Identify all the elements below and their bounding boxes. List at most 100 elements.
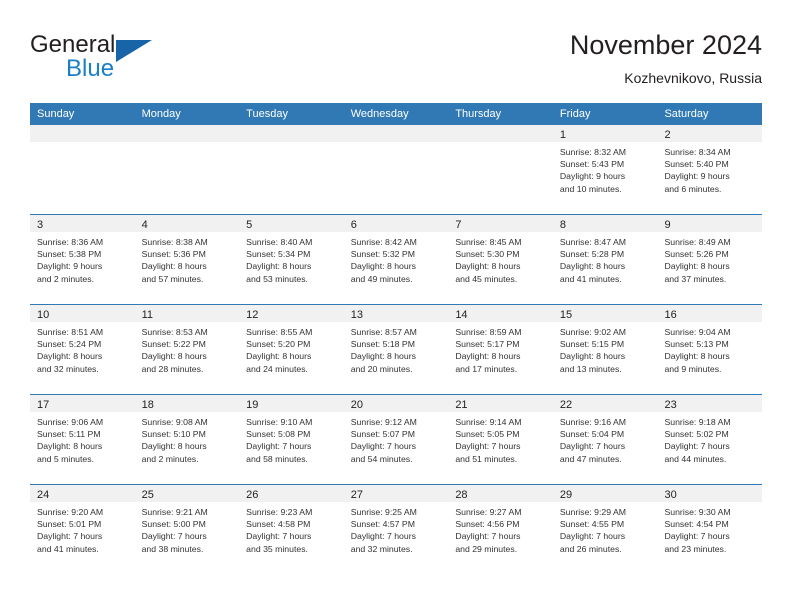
sunrise-text: Sunrise: 9:04 AM: [664, 327, 731, 337]
sunset-text: Sunset: 5:26 PM: [664, 249, 729, 260]
calendar-day-cell-empty: [448, 125, 553, 214]
daylight-text-line1: Daylight: 8 hours: [246, 351, 312, 362]
daylight-text-line1: Daylight: 7 hours: [559, 531, 626, 542]
sunset-text: Sunset: 5:43 PM: [559, 159, 625, 170]
sunrise-text: Sunrise: 9:21 AM: [141, 507, 208, 517]
day-number: 1: [559, 129, 567, 141]
daylight-text-line1: Daylight: 9 hours: [664, 171, 730, 182]
daylight-text-line2: and 13 minutes.: [559, 363, 622, 374]
day-sun-info: Sunrise: 9:27 AM Sunset: 4:56 PM Daylight:…: [448, 502, 553, 555]
daylight-text-line1: Daylight: 7 hours: [37, 531, 103, 542]
calendar-day-cell[interactable]: 1 Sunrise: 8:32 AM Sunset: 5:43 PM Daylight…: [552, 125, 658, 214]
calendar-day-cell[interactable]: 5 Sunrise: 8:40 AM Sunset: 5:34 PM Daylight…: [239, 215, 344, 304]
calendar-week-row: 24 Sunrise: 9:20 AM Sunset: 5:01 PM Dayligh…: [30, 484, 763, 574]
day-number-band: 1: [552, 125, 658, 142]
calendar-day-cell[interactable]: 12 Sunrise: 8:55 AM Sunset: 5:20 PM Dayligh…: [239, 305, 344, 394]
day-number-band: 20: [343, 395, 449, 412]
daylight-text-line1: Daylight: 8 hours: [559, 351, 626, 362]
daylight-text-line2: and 23 minutes.: [664, 543, 727, 554]
daylight-text-line1: Daylight: 7 hours: [664, 441, 730, 452]
general-blue-logo[interactable]: General Blue: [30, 32, 220, 90]
daylight-text-line2: and 54 minutes.: [350, 453, 413, 464]
sunrise-text: Sunrise: 9:14 AM: [455, 417, 522, 427]
calendar-day-cell[interactable]: 28 Sunrise: 9:27 AM Sunset: 4:56 PM Dayligh…: [448, 485, 553, 574]
calendar-day-cell[interactable]: 30 Sunrise: 9:30 AM Sunset: 4:54 PM Dayligh…: [657, 485, 763, 574]
calendar-day-cell[interactable]: 18 Sunrise: 9:08 AM Sunset: 5:10 PM Dayligh…: [134, 395, 240, 484]
day-sun-info: Sunrise: 9:02 AM Sunset: 5:15 PM Daylight:…: [553, 322, 658, 375]
calendar-day-cell[interactable]: 26 Sunrise: 9:23 AM Sunset: 4:58 PM Dayligh…: [239, 485, 344, 574]
day-number-band: 7: [448, 215, 553, 232]
calendar-day-cell[interactable]: 25 Sunrise: 9:21 AM Sunset: 5:00 PM Dayligh…: [134, 485, 240, 574]
calendar-day-cell[interactable]: 3 Sunrise: 8:36 AM Sunset: 5:38 PM Daylight…: [30, 215, 135, 304]
calendar-day-cell[interactable]: 11 Sunrise: 8:53 AM Sunset: 5:22 PM Dayligh…: [134, 305, 240, 394]
day-number: 21: [455, 399, 468, 411]
daylight-text-line2: and 28 minutes.: [141, 363, 204, 374]
day-number: 24: [37, 489, 50, 501]
day-number: 20: [350, 399, 363, 411]
day-sun-info: Sunrise: 9:06 AM Sunset: 5:11 PM Daylight:…: [30, 412, 135, 465]
calendar-day-cell[interactable]: 17 Sunrise: 9:06 AM Sunset: 5:11 PM Dayligh…: [30, 395, 135, 484]
calendar-day-cell[interactable]: 9 Sunrise: 8:49 AM Sunset: 5:26 PM Daylight…: [657, 215, 763, 304]
day-number-band: 29: [552, 485, 658, 502]
calendar-day-cell[interactable]: 19 Sunrise: 9:10 AM Sunset: 5:08 PM Dayligh…: [239, 395, 344, 484]
sunrise-text: Sunrise: 8:42 AM: [350, 237, 417, 247]
sunrise-text: Sunrise: 9:16 AM: [559, 417, 627, 427]
day-number: 22: [559, 399, 573, 411]
calendar-day-cell[interactable]: 13 Sunrise: 8:57 AM Sunset: 5:18 PM Dayligh…: [343, 305, 449, 394]
day-sun-info: Sunrise: 8:53 AM Sunset: 5:22 PM Daylight:…: [135, 322, 240, 375]
calendar-day-cell[interactable]: 22 Sunrise: 9:16 AM Sunset: 5:04 PM Dayligh…: [552, 395, 658, 484]
calendar-day-cell[interactable]: 6 Sunrise: 8:42 AM Sunset: 5:32 PM Daylight…: [343, 215, 449, 304]
daylight-text-line2: and 9 minutes.: [664, 363, 722, 374]
calendar-day-cell[interactable]: 29 Sunrise: 9:29 AM Sunset: 4:55 PM Dayligh…: [552, 485, 658, 574]
calendar-day-cell[interactable]: 15 Sunrise: 9:02 AM Sunset: 5:15 PM Dayligh…: [552, 305, 658, 394]
day-number: 19: [246, 399, 259, 411]
weekday-header-friday: Friday: [559, 108, 591, 120]
daylight-text-line2: and 38 minutes.: [141, 543, 204, 554]
sunset-text: Sunset: 5:01 PM: [37, 519, 102, 530]
day-sun-info: Sunrise: 8:51 AM Sunset: 5:24 PM Daylight:…: [30, 322, 135, 375]
calendar-day-cell[interactable]: 27 Sunrise: 9:25 AM Sunset: 4:57 PM Dayligh…: [343, 485, 449, 574]
sunset-text: Sunset: 5:02 PM: [664, 429, 729, 440]
daylight-text-line2: and 6 minutes.: [664, 183, 722, 194]
day-number: 29: [559, 489, 573, 501]
calendar-day-cell[interactable]: 24 Sunrise: 9:20 AM Sunset: 5:01 PM Dayligh…: [30, 485, 135, 574]
calendar-day-cell[interactable]: 20 Sunrise: 9:12 AM Sunset: 5:07 PM Dayligh…: [343, 395, 449, 484]
logo-text-blue: Blue: [66, 55, 115, 82]
daylight-text-line1: Daylight: 7 hours: [141, 531, 207, 542]
day-number-band: 10: [30, 305, 135, 322]
daylight-text-line2: and 24 minutes.: [246, 363, 308, 374]
calendar-day-cell[interactable]: 14 Sunrise: 8:59 AM Sunset: 5:17 PM Dayligh…: [448, 305, 553, 394]
calendar-day-cell[interactable]: 2 Sunrise: 8:34 AM Sunset: 5:40 PM Daylight…: [657, 125, 763, 214]
day-number: 8: [559, 219, 567, 231]
calendar-week-row: 17 Sunrise: 9:06 AM Sunset: 5:11 PM Dayligh…: [30, 394, 763, 484]
calendar-day-cell[interactable]: 16 Sunrise: 9:04 AM Sunset: 5:13 PM Dayligh…: [657, 305, 763, 394]
day-number-band: [343, 125, 449, 142]
calendar-day-cell[interactable]: 8 Sunrise: 8:47 AM Sunset: 5:28 PM Daylight…: [552, 215, 658, 304]
daylight-text-line1: Daylight: 7 hours: [246, 531, 312, 542]
day-number-band: [30, 125, 135, 142]
calendar-day-cell[interactable]: 23 Sunrise: 9:18 AM Sunset: 5:02 PM Dayligh…: [657, 395, 763, 484]
calendar-day-cell[interactable]: 4 Sunrise: 8:38 AM Sunset: 5:36 PM Daylight…: [134, 215, 240, 304]
day-number: 18: [141, 399, 154, 411]
calendar-day-cell[interactable]: 7 Sunrise: 8:45 AM Sunset: 5:30 PM Daylight…: [448, 215, 553, 304]
sunrise-text: Sunrise: 9:27 AM: [455, 507, 522, 517]
daylight-text-line1: Daylight: 7 hours: [664, 531, 730, 542]
daylight-text-line2: and 41 minutes.: [37, 543, 99, 554]
day-number-band: 2: [657, 125, 763, 142]
calendar-day-cell[interactable]: 10 Sunrise: 8:51 AM Sunset: 5:24 PM Dayligh…: [30, 305, 135, 394]
sunrise-text: Sunrise: 9:10 AM: [246, 417, 313, 427]
sunset-text: Sunset: 5:00 PM: [141, 519, 206, 530]
day-number: 10: [37, 309, 50, 321]
calendar-day-cell[interactable]: 21 Sunrise: 9:14 AM Sunset: 5:05 PM Dayligh…: [448, 395, 553, 484]
daylight-text-line1: Daylight: 7 hours: [246, 441, 312, 452]
day-number: 12: [246, 309, 259, 321]
day-number-band: 25: [134, 485, 240, 502]
day-number: 4: [141, 219, 148, 231]
daylight-text-line2: and 35 minutes.: [246, 543, 308, 554]
daylight-text-line1: Daylight: 8 hours: [246, 261, 312, 272]
sunrise-text: Sunrise: 8:57 AM: [350, 327, 417, 337]
calendar-week-row: 3 Sunrise: 8:36 AM Sunset: 5:38 PM Daylight…: [30, 214, 763, 304]
sunset-text: Sunset: 4:55 PM: [559, 519, 625, 530]
daylight-text-line1: Daylight: 8 hours: [141, 351, 207, 362]
daylight-text-line2: and 53 minutes.: [246, 273, 308, 284]
